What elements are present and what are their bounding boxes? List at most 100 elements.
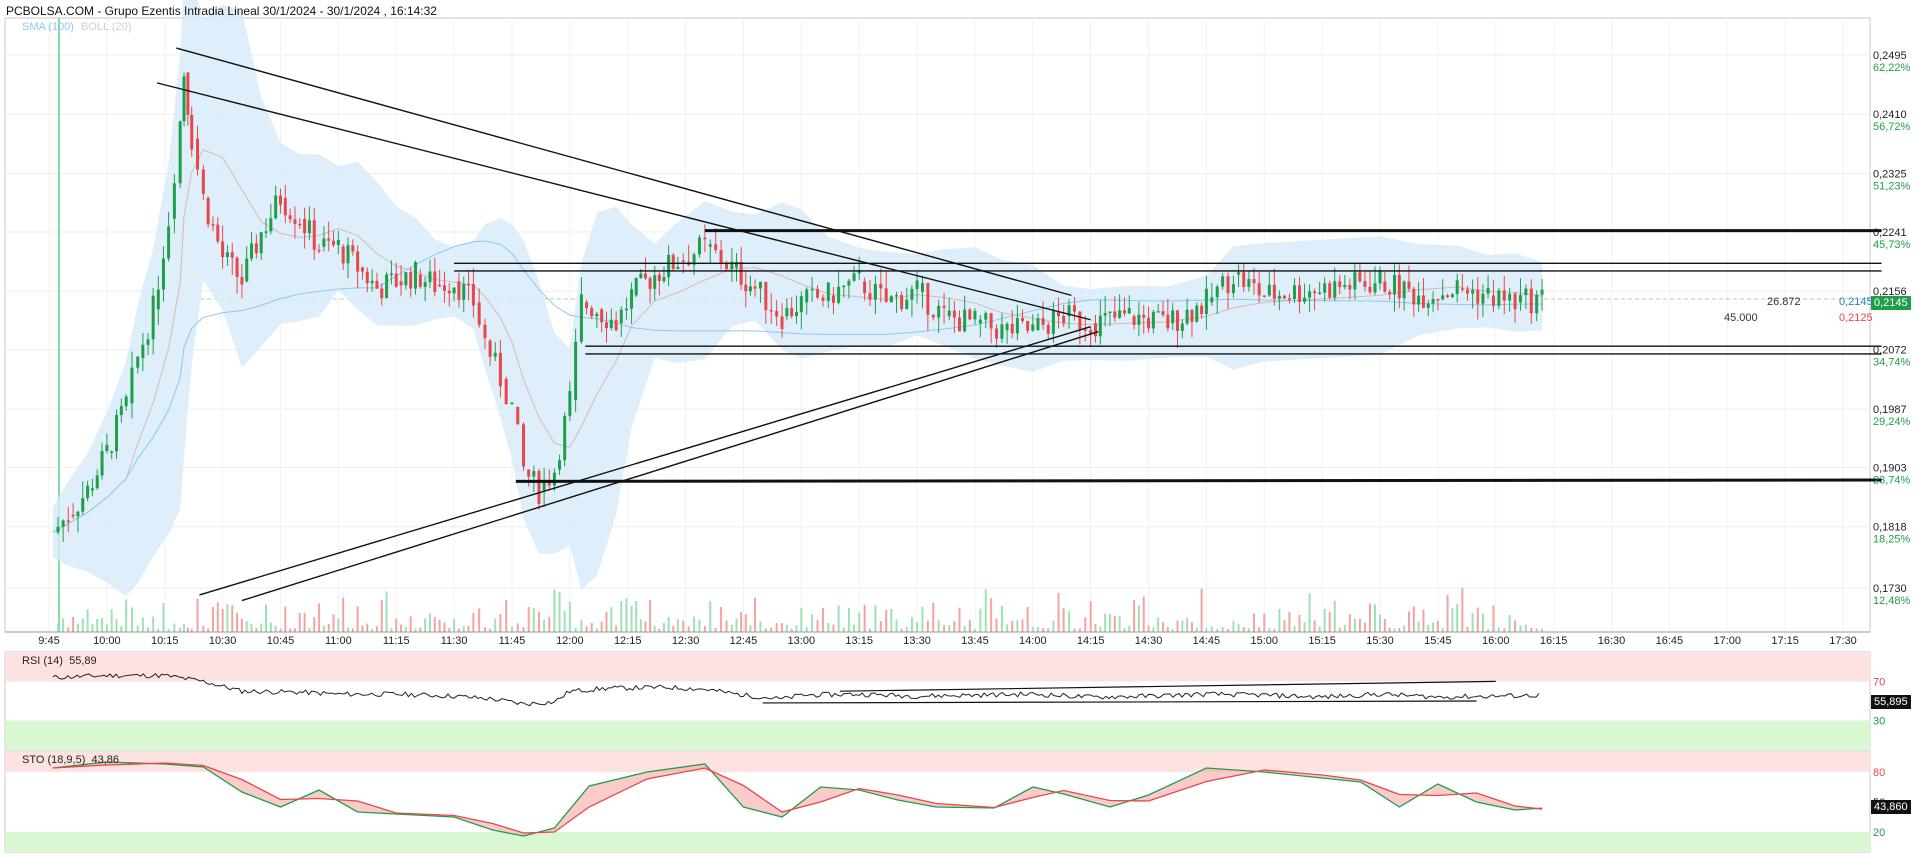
volume-bar (110, 609, 113, 632)
time-tick-label: 17:00 (1713, 635, 1741, 647)
candle-body (66, 520, 70, 522)
candle-body (744, 284, 748, 292)
candle-body (905, 299, 909, 310)
bollinger-band (52, 0, 1543, 597)
volume-bar (858, 612, 861, 632)
candle-body (703, 237, 707, 240)
candle-body (1397, 274, 1401, 299)
volume-bar (1383, 619, 1386, 632)
candle-body (264, 231, 268, 233)
time-tick-label: 13:45 (961, 635, 989, 647)
candle-body (510, 402, 514, 405)
candle-body (1272, 284, 1276, 299)
candle-body (172, 183, 176, 219)
candle-body (753, 286, 757, 289)
candle-body (389, 273, 393, 275)
candle-body (278, 195, 282, 205)
volume-bar (1519, 625, 1522, 632)
price-tick-label: 0,1818 (1873, 522, 1907, 534)
volume-bar (255, 628, 258, 632)
volume-bar (318, 603, 321, 632)
rsi-last-tag: 55,895 (1871, 695, 1911, 709)
candle-body (847, 280, 851, 286)
candle-body (516, 406, 520, 425)
volume-bar (462, 626, 465, 632)
candle-body (1308, 291, 1312, 298)
candle-body (206, 197, 210, 225)
candle-body (86, 485, 90, 499)
price-tick-label: 0,1730 (1873, 583, 1907, 595)
candle-body (136, 356, 140, 368)
band-fill (52, 0, 1543, 597)
volume-bar (553, 589, 556, 632)
candle-body (71, 514, 75, 517)
candle-body (1108, 311, 1112, 314)
candle-body (1257, 283, 1261, 296)
volume-bar (260, 623, 263, 632)
volume-bar (1417, 621, 1420, 632)
candle-body (1252, 278, 1256, 284)
candle-body (600, 309, 604, 323)
candle-body (579, 294, 583, 342)
candle-body (1436, 299, 1440, 301)
volume-bar (1099, 626, 1102, 632)
candle-body (1094, 323, 1097, 337)
volume-bar (995, 618, 998, 632)
candle-body (1513, 293, 1517, 310)
volume-bar (1047, 628, 1050, 632)
volume-bar (1062, 608, 1065, 632)
volume-bar (1412, 606, 1415, 632)
volume-bar (356, 606, 359, 632)
candle-body (433, 271, 437, 292)
volume-bar (548, 616, 551, 632)
rsi-oversold-zone (5, 720, 1870, 750)
volume-bar (120, 626, 123, 632)
volume-bar (337, 618, 340, 632)
volume-bar (821, 608, 824, 632)
candle-body (1446, 295, 1450, 298)
volume-bar (921, 606, 924, 632)
volume-bar (1006, 624, 1009, 632)
candle-body (283, 197, 287, 216)
candle-body (141, 344, 145, 359)
candle-body (385, 274, 389, 299)
volume-bar (226, 604, 229, 632)
volume-bar (1108, 614, 1111, 632)
price-tick-label: 0,2410 (1873, 109, 1907, 121)
candle-body (90, 488, 94, 491)
volume-bar (202, 625, 205, 632)
volume-bar (948, 625, 951, 632)
volume-bar (714, 628, 717, 632)
candle-body (1021, 318, 1025, 322)
volume-bar (1147, 625, 1150, 632)
candle-body (1524, 288, 1528, 296)
candle-body (327, 238, 331, 241)
candle-body (1026, 321, 1030, 331)
candle-body (995, 328, 999, 339)
volume-bar (1288, 612, 1291, 632)
volume-bar (1242, 627, 1245, 632)
candle-body (1303, 297, 1307, 302)
pct-tick-label: 18,25% (1873, 534, 1911, 546)
candle-body (1127, 308, 1131, 314)
candle-body (937, 305, 941, 318)
volume-bar (409, 616, 412, 632)
volume-bar (1298, 615, 1301, 632)
volume-bar (1313, 620, 1316, 632)
volume-bar (625, 598, 628, 632)
chart-canvas[interactable]: 0,249562,22% 0,241056,72% 0,232551,23% 0,22… (0, 0, 1924, 855)
candle-body (585, 302, 589, 309)
time-tick-label: 14:45 (1193, 635, 1221, 647)
candle-body (105, 444, 109, 452)
time-tick-label: 15:00 (1251, 635, 1279, 647)
volume-bar (152, 616, 155, 632)
volume-bar (483, 627, 486, 632)
candle-body (558, 460, 562, 470)
candle-body (1015, 318, 1019, 334)
pct-tick-label: 12,48% (1873, 595, 1911, 607)
volume-bar (635, 600, 638, 632)
candle-body (1318, 292, 1322, 295)
volume-bar (1258, 627, 1261, 632)
candle-body (61, 520, 65, 527)
candle-body (1226, 276, 1230, 294)
